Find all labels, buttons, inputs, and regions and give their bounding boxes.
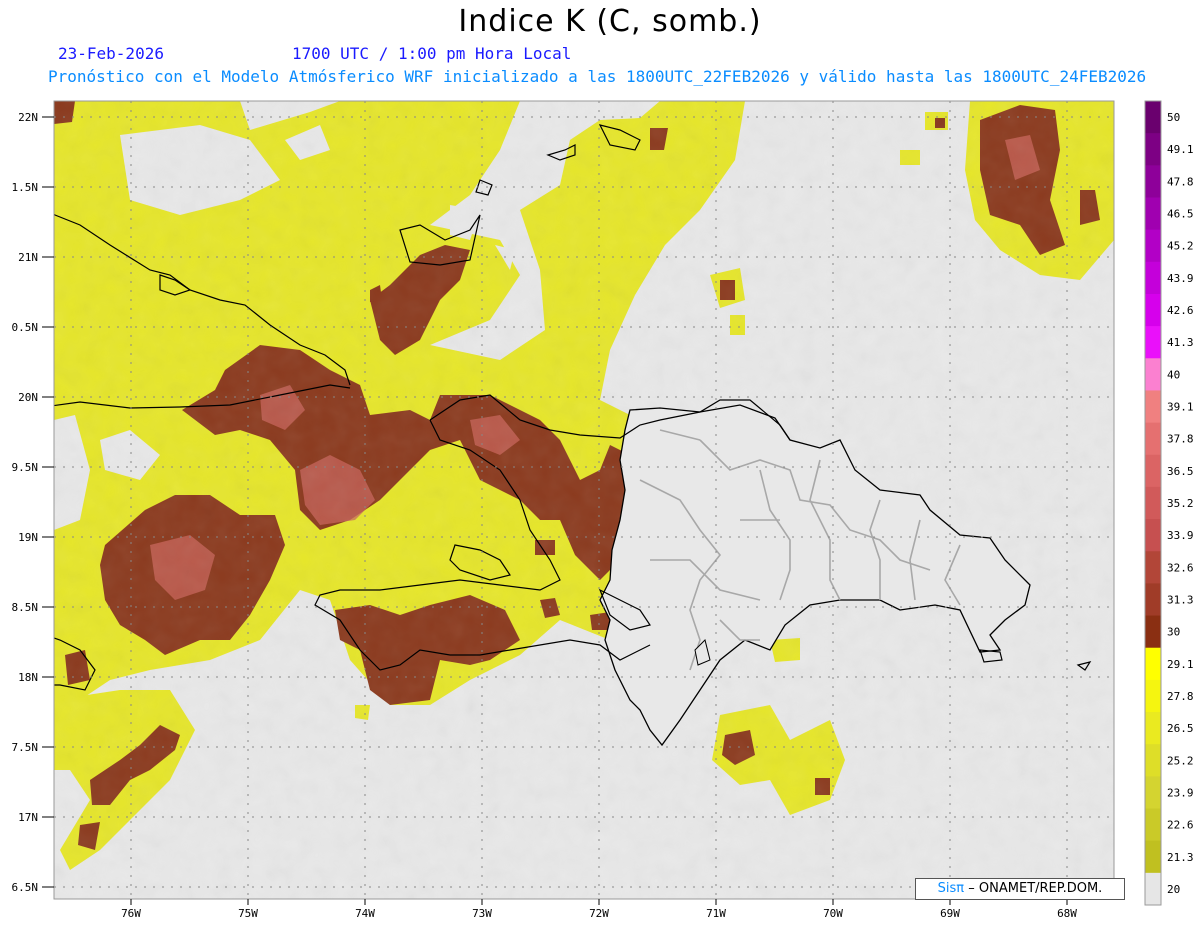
colorbar-label: 50 [1167,111,1180,124]
colorbar-swatch [1145,583,1161,617]
colorbar-label: 23.9 [1167,786,1194,799]
lat-label: 17N [18,811,38,824]
latitude-labels: 22N 1.5N 21N 0.5N 20N 9.5N 19N 8.5N 18N … [12,111,39,894]
lon-label: 71W [706,907,726,920]
lat-label: 1.5N [12,181,39,194]
colorbar-swatch [1145,390,1161,424]
colorbar-label: 41.3 [1167,336,1194,349]
colorbar-label: 22.6 [1167,819,1194,832]
colorbar-label: 35.2 [1167,497,1194,510]
colorbar-swatch [1145,776,1161,810]
lon-label: 74W [355,907,375,920]
colorbar-swatch [1145,679,1161,713]
colorbar-swatch [1145,454,1161,488]
lon-label: 69W [940,907,960,920]
colorbar-label: 33.9 [1167,529,1194,542]
colorbar-swatch [1145,486,1161,520]
lat-label: 8.5N [12,601,39,614]
colorbar-label: 36.5 [1167,465,1194,478]
colorbar-swatch [1145,101,1161,134]
colorbar-swatch [1145,165,1161,198]
lat-label: 20N [18,391,38,404]
lat-label: 7.5N [12,741,39,754]
colorbar-swatch [1145,261,1161,295]
lon-label: 72W [589,907,609,920]
lon-label: 70W [823,907,843,920]
lat-label: 0.5N [12,321,39,334]
colorbar-swatch [1145,647,1161,681]
colorbar-label: 46.5 [1167,208,1194,221]
colorbar-label: 27.8 [1167,690,1194,703]
lon-label: 68W [1057,907,1077,920]
colorbar-swatch [1145,229,1161,263]
lat-label: 18N [18,671,38,684]
colorbar-swatch [1145,744,1161,777]
colorbar-swatch [1145,551,1161,584]
latitude-ticks [42,116,54,888]
colorbar-swatch [1145,358,1161,391]
lat-label: 21N [18,251,38,264]
forecast-map: 22N 1.5N 21N 0.5N 20N 9.5N 19N 8.5N 18N … [12,100,1194,920]
colorbar-swatch [1145,840,1161,874]
colorbar-label: 21.3 [1167,851,1194,864]
longitude-labels: 76W 75W 74W 73W 72W 71W 70W 69W 68W [121,907,1077,920]
colorbar-swatch [1145,872,1161,906]
colorbar-label: 30 [1167,626,1180,639]
colorbar-label: 40 [1167,368,1180,381]
colorbar-label: 47.8 [1167,175,1194,188]
lat-label: 9.5N [12,461,39,474]
colorbar-swatch [1145,712,1161,745]
sis-logo: Sisπ [937,881,965,896]
colorbar-swatch [1145,808,1161,842]
colorbar-label: 45.2 [1167,240,1194,253]
colorbar-label: 43.9 [1167,272,1194,285]
colorbar-label: 20 [1167,883,1180,896]
lon-label: 73W [472,907,492,920]
lat-label: 19N [18,531,38,544]
colorbar: 50 49.1 47.8 46.5 45.2 43.9 42.6 41.3 40 39.1 37.8… [1144,100,1194,906]
colorbar-label: 25.2 [1167,754,1194,767]
colorbar-label: 29.1 [1167,658,1194,671]
colorbar-swatch [1145,615,1161,649]
credit-text: – ONAMET/REP.DOM. [968,881,1103,896]
colorbar-label: 39.1 [1167,401,1194,414]
lon-label: 76W [121,907,141,920]
colorbar-label: 37.8 [1167,433,1194,446]
colorbar-swatch [1145,519,1161,552]
colorbar-label: 26.5 [1167,722,1194,735]
colorbar-label: 31.3 [1167,593,1194,606]
credit-box: Sisπ – ONAMET/REP.DOM. [915,878,1125,900]
lat-label: 22N [18,111,38,124]
field-texture [54,101,1114,899]
colorbar-swatch [1145,197,1161,231]
lon-label: 75W [238,907,258,920]
colorbar-label: 49.1 [1167,143,1194,156]
colorbar-label: 32.6 [1167,561,1194,574]
colorbar-label: 42.6 [1167,304,1194,317]
colorbar-swatch [1145,326,1161,359]
colorbar-swatch [1145,133,1161,166]
colorbar-swatch [1145,422,1161,456]
lat-label: 6.5N [12,881,39,894]
colorbar-swatch [1145,293,1161,327]
